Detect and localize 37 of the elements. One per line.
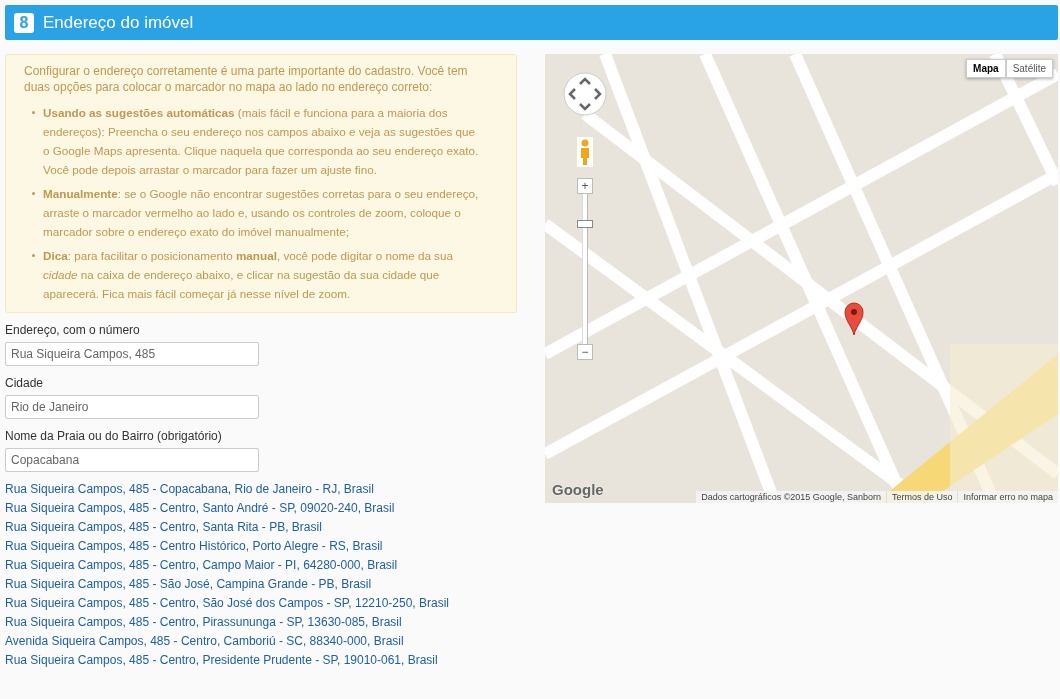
zoom-out-button[interactable]: −: [577, 344, 593, 360]
pan-control-icon[interactable]: [563, 72, 607, 116]
map-type-button[interactable]: Satélite: [1005, 59, 1053, 78]
suggestion-link[interactable]: Rua Siqueira Campos, 485 - Centro Histórico, Porto Alegre - RS, Brasil: [5, 537, 383, 556]
intro-text: Configurar o endereço corretamente é uma parte importante do cadastro. Você tem duas opções para colocar o marcador no mapa ao lado no endereço correto:: [24, 63, 469, 95]
field-label: Endereço, com o número: [5, 323, 141, 337]
bullet-text: Usando as sugestões automáticas (mais fácil e funciona para a maioria dos endereços): Preencha o seu endereço nos campos abaixo e veja as sugestões que o Google Maps apresenta. Clique naquela que corresponda ao seu endereço exato. Você pode depois arrastar o marcador para fazer um ajuste fino.: [43, 105, 480, 178]
report-error-link[interactable]: Informar erro no mapa: [957, 491, 1058, 503]
input-field[interactable]: Rua Siqueira Campos, 485: [5, 342, 259, 366]
bullet-icon: [32, 111, 35, 114]
attribution-text: Dados cartográficos ©2015 Google, Sanborn: [700, 491, 882, 503]
suggestion-link[interactable]: Rua Siqueira Campos, 485 - Centro, Santo André - SP, 09020-240, Brasil: [5, 499, 395, 518]
bullet-icon: [32, 254, 35, 257]
map-pin-icon[interactable]: [844, 302, 864, 336]
terms-link[interactable]: Termos de Uso: [885, 491, 958, 503]
map-logo: Google: [552, 481, 604, 498]
person-icon[interactable]: [577, 137, 593, 167]
suggestion-link[interactable]: Rua Siqueira Campos, 485 - Centro, Pirassununga - SP, 13630-085, Brasil: [5, 613, 402, 632]
input-field[interactable]: Rio de Janeiro: [5, 395, 259, 419]
suggestion-link[interactable]: Avenida Siqueira Campos, 485 - Centro, Camboriú - SC, 88340-000, Brasil: [5, 632, 404, 651]
suggestion-link[interactable]: Rua Siqueira Campos, 485 - Centro, Santa Rita - PB, Brasil: [5, 518, 322, 537]
field-label: Nome da Praia ou do Bairro (obrigatório): [5, 429, 223, 443]
suggestion-link[interactable]: Rua Siqueira Campos, 485 - São José, Campina Grande - PB, Brasil: [5, 575, 372, 594]
section-title: Endereço do imóvel: [43, 12, 194, 33]
map-type-button[interactable]: Mapa: [966, 59, 1006, 78]
zoom-slider-thumb[interactable]: [577, 220, 593, 228]
suggestion-link[interactable]: Rua Siqueira Campos, 485 - Centro, Presidente Prudente - SP, 19010-061, Brasil: [5, 651, 438, 670]
suggestion-link[interactable]: Rua Siqueira Campos, 485 - Centro, Campo Maior - PI, 64280-000, Brasil: [5, 556, 398, 575]
bullet-icon: [32, 192, 35, 195]
bullet-text: Manualmente: se o Google não encontrar sugestões corretas para o seu endereço, arraste o marcador vermelho ao lado e, usando os controles de zoom, coloque o marcador sobre o endereço exato do imóvel manualmente;: [43, 186, 480, 240]
suggestion-link[interactable]: Rua Siqueira Campos, 485 - Copacabana, Rio de Janeiro - RJ, Brasil: [5, 480, 374, 499]
field-label: Cidade: [5, 376, 45, 390]
step-number: 8: [14, 12, 34, 33]
suggestion-link[interactable]: Rua Siqueira Campos, 485 - Centro, São José dos Campos - SP, 12210-250, Brasil: [5, 594, 450, 613]
input-field[interactable]: Copacabana: [5, 448, 259, 472]
zoom-in-button[interactable]: +: [577, 178, 593, 194]
bullet-text: Dica: para facilitar o posicionamento manual, você pode digitar o nome da sua cidade na caixa de endereço abaixo, e clicar na sugestão da sua cidade que aparecerá. Fica mais fácil começar já nesse nível de zoom.: [43, 248, 454, 302]
